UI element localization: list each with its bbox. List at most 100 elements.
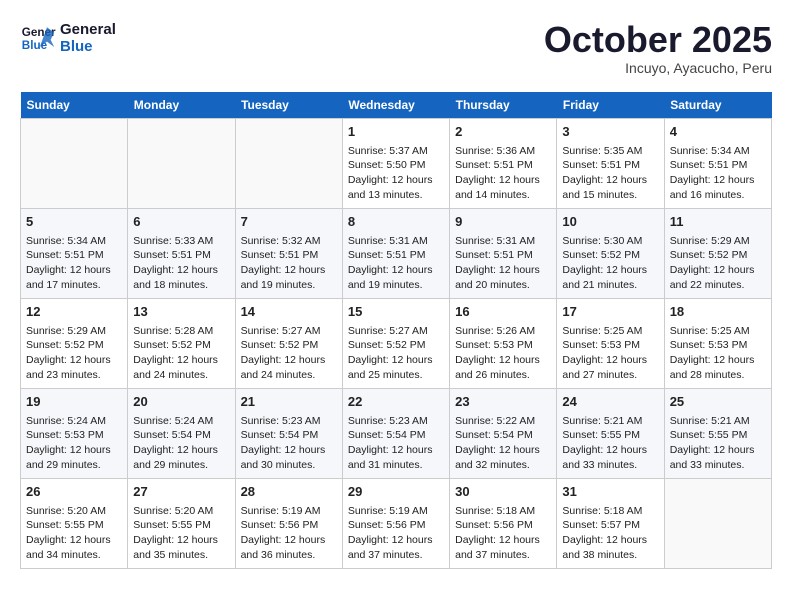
weekday-header-tuesday: Tuesday bbox=[235, 92, 342, 119]
day-number: 25 bbox=[670, 393, 766, 411]
calendar-cell: 16 Sunrise: 5:26 AM Sunset: 5:53 PM Dayli… bbox=[450, 298, 557, 388]
day-number: 5 bbox=[26, 213, 122, 231]
day-number: 3 bbox=[562, 123, 658, 141]
calendar-cell bbox=[664, 478, 771, 568]
day-number: 26 bbox=[26, 483, 122, 501]
day-number: 27 bbox=[133, 483, 229, 501]
calendar-cell: 13 Sunrise: 5:28 AM Sunset: 5:52 PM Dayli… bbox=[128, 298, 235, 388]
calendar-cell: 9 Sunrise: 5:31 AM Sunset: 5:51 PM Daylig… bbox=[450, 208, 557, 298]
day-number: 2 bbox=[455, 123, 551, 141]
day-number: 11 bbox=[670, 213, 766, 231]
day-info: Sunrise: 5:25 AM Sunset: 5:53 PM Dayligh… bbox=[670, 324, 766, 383]
day-number: 9 bbox=[455, 213, 551, 231]
calendar-cell: 15 Sunrise: 5:27 AM Sunset: 5:52 PM Dayli… bbox=[342, 298, 449, 388]
day-info: Sunrise: 5:23 AM Sunset: 5:54 PM Dayligh… bbox=[348, 414, 444, 473]
title-block: October 2025 Incuyo, Ayacucho, Peru bbox=[544, 20, 772, 76]
day-info: Sunrise: 5:22 AM Sunset: 5:54 PM Dayligh… bbox=[455, 414, 551, 473]
day-number: 7 bbox=[241, 213, 337, 231]
logo-blue: Blue bbox=[60, 38, 116, 55]
calendar-cell: 14Sunrise: 5:27 AM Sunset: 5:52 PM Dayli… bbox=[235, 298, 342, 388]
calendar-cell: 17 Sunrise: 5:25 AM Sunset: 5:53 PM Dayli… bbox=[557, 298, 664, 388]
day-number: 1 bbox=[348, 123, 444, 141]
day-number: 29 bbox=[348, 483, 444, 501]
day-number: 14 bbox=[241, 303, 337, 321]
day-number: 22 bbox=[348, 393, 444, 411]
weekday-header-sunday: Sunday bbox=[21, 92, 128, 119]
week-row-1: 1Sunrise: 5:37 AM Sunset: 5:50 PM Daylig… bbox=[21, 118, 772, 208]
calendar-cell bbox=[128, 118, 235, 208]
day-info: Sunrise: 5:31 AM Sunset: 5:51 PM Dayligh… bbox=[455, 234, 551, 293]
day-number: 31 bbox=[562, 483, 658, 501]
calendar-cell: 10 Sunrise: 5:30 AM Sunset: 5:52 PM Dayli… bbox=[557, 208, 664, 298]
day-info: Sunrise: 5:18 AM Sunset: 5:57 PM Dayligh… bbox=[562, 504, 658, 563]
day-number: 16 bbox=[455, 303, 551, 321]
day-info: Sunrise: 5:24 AM Sunset: 5:54 PM Dayligh… bbox=[133, 414, 229, 473]
day-info: Sunrise: 5:29 AM Sunset: 5:52 PM Dayligh… bbox=[670, 234, 766, 293]
weekday-header-friday: Friday bbox=[557, 92, 664, 119]
calendar-cell: 3Sunrise: 5:35 AM Sunset: 5:51 PM Daylig… bbox=[557, 118, 664, 208]
calendar-cell: 8Sunrise: 5:31 AM Sunset: 5:51 PM Daylig… bbox=[342, 208, 449, 298]
day-number: 17 bbox=[562, 303, 658, 321]
week-row-5: 26Sunrise: 5:20 AM Sunset: 5:55 PM Dayli… bbox=[21, 478, 772, 568]
day-info: Sunrise: 5:34 AM Sunset: 5:51 PM Dayligh… bbox=[670, 144, 766, 203]
calendar-cell: 20 Sunrise: 5:24 AM Sunset: 5:54 PM Dayli… bbox=[128, 388, 235, 478]
calendar-cell: 30 Sunrise: 5:18 AM Sunset: 5:56 PM Dayli… bbox=[450, 478, 557, 568]
location: Incuyo, Ayacucho, Peru bbox=[544, 60, 772, 76]
day-info: Sunrise: 5:27 AM Sunset: 5:52 PM Dayligh… bbox=[348, 324, 444, 383]
calendar-cell: 26Sunrise: 5:20 AM Sunset: 5:55 PM Dayli… bbox=[21, 478, 128, 568]
day-info: Sunrise: 5:30 AM Sunset: 5:52 PM Dayligh… bbox=[562, 234, 658, 293]
day-number: 13 bbox=[133, 303, 229, 321]
day-info: Sunrise: 5:18 AM Sunset: 5:56 PM Dayligh… bbox=[455, 504, 551, 563]
weekday-header-wednesday: Wednesday bbox=[342, 92, 449, 119]
day-info: Sunrise: 5:19 AM Sunset: 5:56 PM Dayligh… bbox=[348, 504, 444, 563]
day-number: 18 bbox=[670, 303, 766, 321]
day-info: Sunrise: 5:21 AM Sunset: 5:55 PM Dayligh… bbox=[562, 414, 658, 473]
weekday-header-row: SundayMondayTuesdayWednesdayThursdayFrid… bbox=[21, 92, 772, 119]
calendar-cell: 5 Sunrise: 5:34 AM Sunset: 5:51 PM Daylig… bbox=[21, 208, 128, 298]
day-number: 12 bbox=[26, 303, 122, 321]
day-info: Sunrise: 5:19 AM Sunset: 5:56 PM Dayligh… bbox=[241, 504, 337, 563]
weekday-header-thursday: Thursday bbox=[450, 92, 557, 119]
day-number: 15 bbox=[348, 303, 444, 321]
logo-icon: General Blue bbox=[20, 20, 56, 56]
calendar-cell: 21Sunrise: 5:23 AM Sunset: 5:54 PM Dayli… bbox=[235, 388, 342, 478]
day-number: 23 bbox=[455, 393, 551, 411]
day-number: 21 bbox=[241, 393, 337, 411]
day-info: Sunrise: 5:31 AM Sunset: 5:51 PM Dayligh… bbox=[348, 234, 444, 293]
day-number: 30 bbox=[455, 483, 551, 501]
calendar-cell: 6 Sunrise: 5:33 AM Sunset: 5:51 PM Daylig… bbox=[128, 208, 235, 298]
logo-general: General bbox=[60, 21, 116, 38]
week-row-2: 5 Sunrise: 5:34 AM Sunset: 5:51 PM Daylig… bbox=[21, 208, 772, 298]
week-row-4: 19Sunrise: 5:24 AM Sunset: 5:53 PM Dayli… bbox=[21, 388, 772, 478]
day-number: 6 bbox=[133, 213, 229, 231]
day-info: Sunrise: 5:32 AM Sunset: 5:51 PM Dayligh… bbox=[241, 234, 337, 293]
weekday-header-monday: Monday bbox=[128, 92, 235, 119]
logo: General Blue General Blue bbox=[20, 20, 116, 56]
day-info: Sunrise: 5:21 AM Sunset: 5:55 PM Dayligh… bbox=[670, 414, 766, 473]
day-number: 10 bbox=[562, 213, 658, 231]
day-number: 24 bbox=[562, 393, 658, 411]
day-info: Sunrise: 5:28 AM Sunset: 5:52 PM Dayligh… bbox=[133, 324, 229, 383]
calendar-cell: 4 Sunrise: 5:34 AM Sunset: 5:51 PM Daylig… bbox=[664, 118, 771, 208]
calendar-cell: 1Sunrise: 5:37 AM Sunset: 5:50 PM Daylig… bbox=[342, 118, 449, 208]
calendar-cell: 19Sunrise: 5:24 AM Sunset: 5:53 PM Dayli… bbox=[21, 388, 128, 478]
day-info: Sunrise: 5:26 AM Sunset: 5:53 PM Dayligh… bbox=[455, 324, 551, 383]
calendar-cell bbox=[235, 118, 342, 208]
calendar-cell: 31 Sunrise: 5:18 AM Sunset: 5:57 PM Dayli… bbox=[557, 478, 664, 568]
day-info: Sunrise: 5:34 AM Sunset: 5:51 PM Dayligh… bbox=[26, 234, 122, 293]
calendar-cell: 12 Sunrise: 5:29 AM Sunset: 5:52 PM Dayli… bbox=[21, 298, 128, 388]
calendar-cell: 2 Sunrise: 5:36 AM Sunset: 5:51 PM Daylig… bbox=[450, 118, 557, 208]
day-info: Sunrise: 5:33 AM Sunset: 5:51 PM Dayligh… bbox=[133, 234, 229, 293]
day-number: 28 bbox=[241, 483, 337, 501]
page-header: General Blue General Blue October 2025 I… bbox=[20, 20, 772, 76]
day-info: Sunrise: 5:36 AM Sunset: 5:51 PM Dayligh… bbox=[455, 144, 551, 203]
day-number: 20 bbox=[133, 393, 229, 411]
calendar-table: SundayMondayTuesdayWednesdayThursdayFrid… bbox=[20, 92, 772, 569]
day-info: Sunrise: 5:25 AM Sunset: 5:53 PM Dayligh… bbox=[562, 324, 658, 383]
calendar-cell: 27Sunrise: 5:20 AM Sunset: 5:55 PM Dayli… bbox=[128, 478, 235, 568]
calendar-cell: 18 Sunrise: 5:25 AM Sunset: 5:53 PM Dayli… bbox=[664, 298, 771, 388]
day-info: Sunrise: 5:29 AM Sunset: 5:52 PM Dayligh… bbox=[26, 324, 122, 383]
day-number: 4 bbox=[670, 123, 766, 141]
calendar-cell: 7 Sunrise: 5:32 AM Sunset: 5:51 PM Daylig… bbox=[235, 208, 342, 298]
calendar-cell: 23 Sunrise: 5:22 AM Sunset: 5:54 PM Dayli… bbox=[450, 388, 557, 478]
